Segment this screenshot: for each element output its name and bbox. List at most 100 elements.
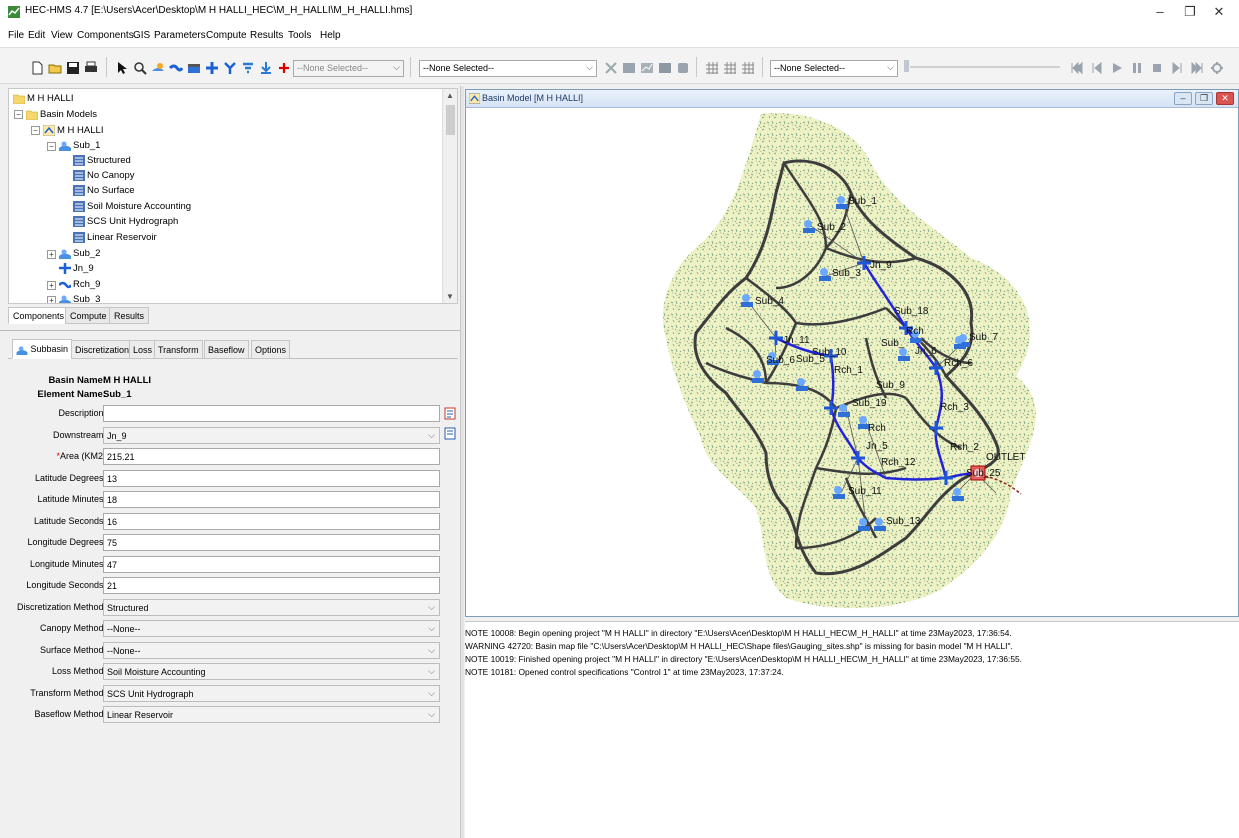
longitude-minutes-input[interactable]: 47 [103, 556, 440, 573]
tree-item-rch-9[interactable]: Rch_9 [59, 277, 100, 292]
fast-forward-icon[interactable] [1190, 61, 1204, 75]
element-select[interactable]: --None Selected-- ⌵ [293, 60, 404, 77]
tab-transform[interactable]: Transform [154, 340, 203, 359]
longitude-seconds-input[interactable]: 21 [103, 577, 440, 594]
grid-icon[interactable] [723, 61, 737, 75]
menu-view[interactable]: View [51, 30, 73, 41]
graph-icon[interactable] [640, 61, 654, 75]
global-summary-icon[interactable] [676, 61, 690, 75]
tree-item-jn-9[interactable]: Jn_9 [59, 261, 94, 276]
tree-item-sub-1[interactable]: Sub_1 [59, 138, 100, 153]
menu-gis[interactable]: GIS [133, 30, 150, 41]
tab-subbasin[interactable]: Subbasin [12, 339, 73, 359]
scroll-down-icon[interactable]: ▼ [446, 292, 454, 301]
junction-tool-icon[interactable] [205, 61, 219, 75]
tab-discretization[interactable]: Discretization [71, 340, 134, 359]
play-icon[interactable] [1110, 61, 1124, 75]
basin-map[interactable]: Sub_1 Sub_2 Jn_9 Sub_3 Sub_18 Sub_4 Jn_1… [466, 108, 1238, 616]
horizontal-splitter[interactable] [0, 330, 460, 331]
surface-method-select[interactable]: --None-- ⌵ [103, 642, 440, 659]
rewind-icon[interactable] [1070, 61, 1084, 75]
scrollbar-thumb[interactable] [446, 105, 455, 135]
loss-method-select[interactable]: Soil Moisture Accounting ⌵ [103, 663, 440, 680]
basin-restore-button[interactable]: ❐ [1195, 92, 1213, 105]
menu-file[interactable]: File [8, 30, 24, 41]
grid-icon[interactable] [741, 61, 755, 75]
baseflow-method-select[interactable]: Linear Reservoir ⌵ [103, 706, 440, 723]
basin-model-window[interactable]: Basin Model [M H HALLI] – ❐ ✕ Sub_1 Sub_… [465, 89, 1239, 617]
tab-components[interactable]: Components [8, 307, 70, 324]
pause-icon[interactable] [1130, 61, 1144, 75]
arrow-tool-icon[interactable] [115, 61, 129, 75]
diversion-tool-icon[interactable] [223, 61, 237, 75]
tree-item-basin-models[interactable]: Basin Models [26, 107, 97, 122]
basin-window-titlebar[interactable]: Basin Model [M H HALLI] – ❐ ✕ [466, 90, 1238, 108]
grid-icon[interactable] [705, 61, 719, 75]
menu-edit[interactable]: Edit [28, 30, 45, 41]
open-folder-icon[interactable] [48, 61, 62, 75]
expand-collapse-icon[interactable]: − [31, 126, 40, 135]
expand-collapse-icon[interactable]: − [47, 142, 56, 151]
gear-icon[interactable] [1210, 61, 1224, 75]
animation-slider-thumb[interactable] [904, 60, 909, 72]
basin-close-button[interactable]: ✕ [1216, 92, 1234, 105]
compute-icon[interactable] [604, 61, 618, 75]
menu-tools[interactable]: Tools [288, 30, 311, 41]
tree-item-discretization[interactable]: Structured [73, 153, 131, 168]
menu-components[interactable]: Components [77, 30, 134, 41]
stop-icon[interactable] [1150, 61, 1164, 75]
tree-item-canopy[interactable]: No Canopy [73, 168, 135, 183]
tree-item-baseflow[interactable]: Linear Reservoir [73, 230, 157, 245]
close-button[interactable]: ✕ [1209, 3, 1229, 21]
step-back-icon[interactable] [1090, 61, 1104, 75]
canopy-method-select[interactable]: --None-- ⌵ [103, 620, 440, 637]
maximize-button[interactable]: ❐ [1180, 3, 1200, 21]
tab-results[interactable]: Results [109, 307, 150, 324]
watershed-explorer-tree[interactable]: M H HALLI − Basin Models − M H HALLI − S… [8, 88, 458, 304]
add-point-icon[interactable] [277, 61, 291, 75]
menu-help[interactable]: Help [320, 30, 341, 41]
animation-slider-track[interactable] [910, 66, 1060, 68]
run-select[interactable]: --None Selected-- ⌵ [419, 60, 597, 77]
reach-tool-icon[interactable] [169, 61, 183, 75]
tab-compute[interactable]: Compute [65, 307, 112, 324]
discretization-method-select[interactable]: Structured ⌵ [103, 599, 440, 616]
description-input[interactable] [103, 405, 440, 422]
save-icon[interactable] [66, 61, 80, 75]
message-console[interactable]: NOTE 10008: Begin opening project "M H H… [465, 621, 1239, 838]
tree-item-loss[interactable]: Soil Moisture Accounting [73, 199, 191, 214]
basin-map-canvas[interactable]: Sub_1 Sub_2 Jn_9 Sub_3 Sub_18 Sub_4 Jn_1… [466, 108, 1238, 616]
tree-item-project[interactable]: M H HALLI [13, 91, 73, 106]
downstream-select-icon[interactable] [444, 427, 456, 440]
basin-minimize-button[interactable]: – [1174, 92, 1192, 105]
tree-item-surface[interactable]: No Surface [73, 183, 135, 198]
minimize-button[interactable]: – [1150, 3, 1170, 21]
transform-method-select[interactable]: SCS Unit Hydrograph ⌵ [103, 685, 440, 702]
reservoir-tool-icon[interactable] [187, 61, 201, 75]
tree-scrollbar[interactable]: ▲ ▼ [442, 89, 457, 303]
zoom-tool-icon[interactable] [133, 61, 147, 75]
vertical-splitter[interactable] [460, 86, 464, 838]
tab-loss[interactable]: Loss [129, 340, 157, 359]
latitude-seconds-input[interactable]: 16 [103, 513, 440, 530]
menu-results[interactable]: Results [250, 30, 283, 41]
expand-collapse-icon[interactable]: + [47, 296, 56, 303]
source-tool-icon[interactable] [241, 61, 255, 75]
expand-collapse-icon[interactable]: − [14, 110, 23, 119]
new-file-icon[interactable] [30, 61, 44, 75]
tab-options[interactable]: Options [251, 340, 291, 359]
expand-collapse-icon[interactable]: + [47, 250, 56, 259]
longitude-degrees-input[interactable]: 75 [103, 534, 440, 551]
expand-collapse-icon[interactable]: + [47, 281, 56, 290]
menu-compute[interactable]: Compute [206, 30, 247, 41]
tree-item-basin[interactable]: M H HALLI [43, 123, 103, 138]
subbasin-tool-icon[interactable] [151, 61, 165, 75]
tab-baseflow[interactable]: Baseflow [204, 340, 249, 359]
menu-parameters[interactable]: Parameters [154, 30, 206, 41]
step-forward-icon[interactable] [1170, 61, 1184, 75]
latitude-degrees-input[interactable]: 13 [103, 470, 440, 487]
latitude-minutes-input[interactable]: 18 [103, 491, 440, 508]
table-icon[interactable] [622, 61, 636, 75]
summary-icon[interactable] [658, 61, 672, 75]
animation-select[interactable]: --None Selected-- ⌵ [770, 60, 898, 77]
